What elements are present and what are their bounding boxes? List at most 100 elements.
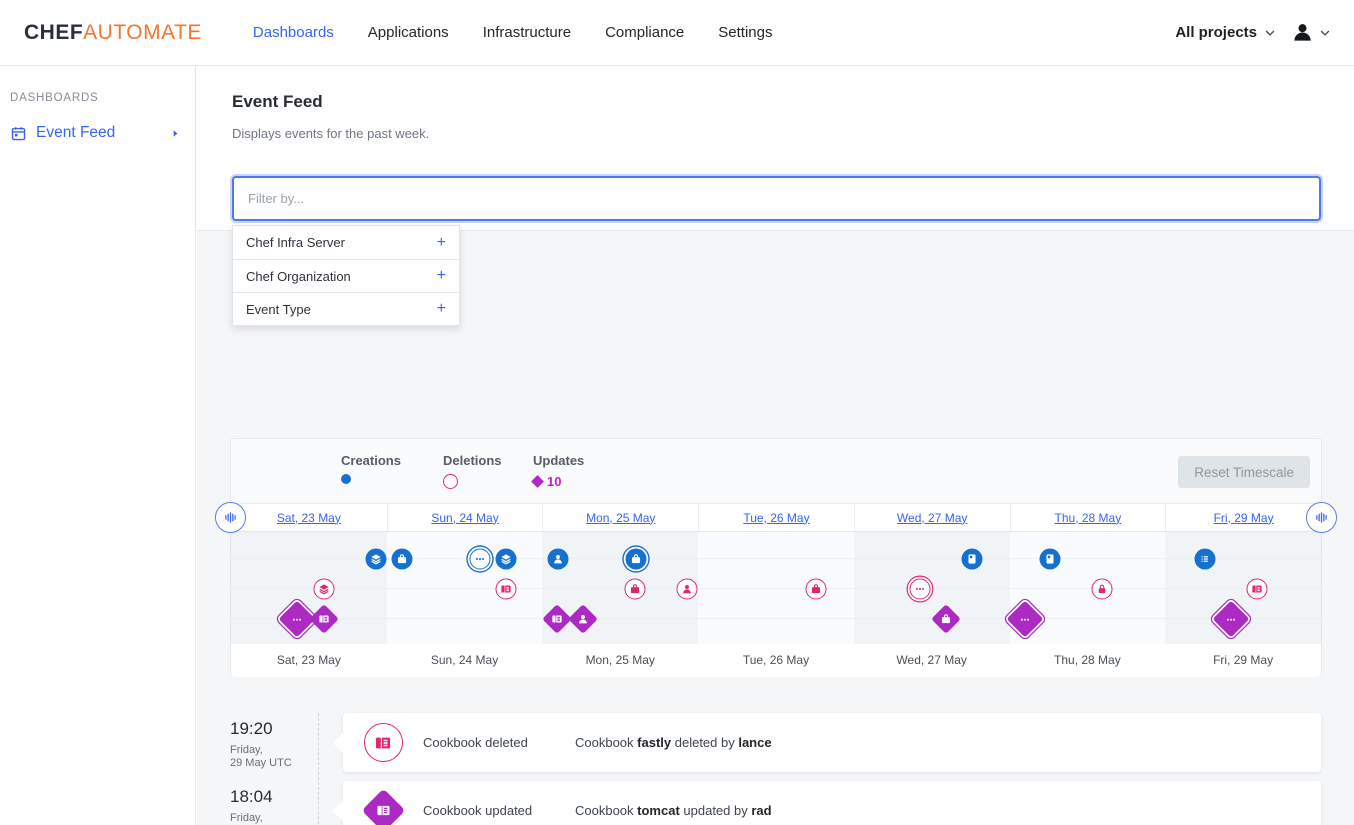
creation-marker-ellipsis[interactable] [469, 549, 490, 570]
filter-input[interactable] [232, 176, 1321, 221]
gridline [231, 618, 1321, 619]
timescale-handle-right[interactable] [1306, 502, 1337, 533]
legend-item-updates: Updates10 [533, 453, 584, 489]
nav-item-compliance[interactable]: Compliance [605, 24, 684, 41]
filter-option-event-type[interactable]: Event Type + [233, 292, 459, 325]
date-link-wed-27-may[interactable]: Wed, 27 May [897, 511, 967, 525]
filter-option-label: Chef Organization [246, 269, 351, 284]
event-entity-name: lance [738, 735, 771, 750]
legend-item-deletions: Deletions [443, 453, 502, 489]
axis-label-wed-27-may: Wed, 27 May [854, 644, 1010, 677]
cookbook-icon [373, 733, 393, 753]
creation-marker-client[interactable] [962, 549, 983, 570]
ellipsis-icon [291, 613, 304, 626]
sliders-icon [222, 509, 239, 526]
legend-count [443, 474, 502, 489]
client-icon [966, 553, 979, 566]
bag-icon [629, 583, 642, 596]
filter-option-label: Event Type [246, 302, 311, 317]
creation-marker-bag[interactable] [626, 549, 647, 570]
layers-icon [317, 583, 330, 596]
user-menu[interactable] [1291, 21, 1332, 44]
deletion-marker-cookbook[interactable] [1246, 579, 1267, 600]
timeline-grid [231, 532, 1321, 644]
creation-marker-bag[interactable] [392, 549, 413, 570]
creation-marker-layers[interactable] [365, 549, 386, 570]
sidebar-item-event-feed[interactable]: Event Feed [0, 118, 195, 148]
deletion-marker-bag[interactable] [806, 579, 827, 600]
reset-timescale-button[interactable]: Reset Timescale [1178, 456, 1310, 488]
date-link-mon-25-may[interactable]: Mon, 25 May [586, 511, 655, 525]
date-link-thu-28-may[interactable]: Thu, 28 May [1055, 511, 1122, 525]
filter-dropdown: Chef Infra Server+Chef Organization+Even… [232, 225, 460, 326]
event-time: 18:04 [230, 787, 314, 807]
date-header-cell: Wed, 27 May [854, 504, 1010, 531]
add-filter-button[interactable]: + [437, 268, 446, 284]
deletion-marker-person[interactable] [676, 579, 697, 600]
cookbook-icon [1250, 583, 1263, 596]
filter-option-chef-infra-server[interactable]: Chef Infra Server+ [233, 226, 459, 259]
axis-label-sun-24-may: Sun, 24 May [387, 644, 543, 677]
primary-nav: Dashboards Applications Infrastructure Comp… [236, 24, 790, 41]
projects-label: All projects [1175, 24, 1257, 41]
nav-item-infrastructure[interactable]: Infrastructure [483, 24, 571, 41]
creation-marker-layers[interactable] [495, 549, 516, 570]
date-link-sun-24-may[interactable]: Sun, 24 May [431, 511, 498, 525]
event-date: Friday,29 May UTC [230, 744, 314, 770]
nav-item-dashboards[interactable]: Dashboards [253, 24, 334, 41]
legend-count [341, 474, 401, 484]
event-entity-name: rad [751, 803, 771, 818]
deletion-marker-layers[interactable] [313, 579, 334, 600]
nav-right: All projects [1175, 21, 1354, 44]
circle-filled-icon [341, 474, 351, 484]
deletion-marker-lock[interactable] [1091, 579, 1112, 600]
sidebar-item-label: Event Feed [36, 124, 115, 142]
event-card: Cookbook updatedCookbook tomcat updated … [343, 781, 1321, 825]
date-header-cell: Fri, 29 May [1165, 504, 1321, 531]
logo-chef: CHEF [24, 21, 83, 44]
deletion-marker-bag[interactable] [625, 579, 646, 600]
event-feed-list: 19:20Friday,29 May UTCCookbook deletedCo… [230, 713, 1321, 825]
cookbook-icon [317, 613, 330, 626]
date-header-cell: Mon, 25 May [542, 504, 698, 531]
deletion-marker-ellipsis[interactable] [909, 579, 930, 600]
filter-option-chef-organization[interactable]: Chef Organization + [233, 259, 459, 292]
date-link-sat-23-may[interactable]: Sat, 23 May [277, 511, 341, 525]
event-type-label: Cookbook deleted [423, 735, 575, 750]
event-description-text: Cookbook [575, 735, 637, 750]
date-link-fri-29-may[interactable]: Fri, 29 May [1214, 511, 1274, 525]
creation-marker-list[interactable] [1195, 549, 1216, 570]
person-icon [552, 553, 565, 566]
chef-automate-logo: CHEFAUTOMATE [24, 21, 202, 45]
ellipsis-icon [913, 583, 926, 596]
axis-label-fri-29-may: Fri, 29 May [1165, 644, 1321, 677]
axis-label-mon-25-may: Mon, 25 May [542, 644, 698, 677]
event-timestamp: 18:04Friday,29 May UTC [230, 787, 314, 825]
nav-item-applications[interactable]: Applications [368, 24, 449, 41]
deletion-icon-badge [364, 723, 403, 762]
person-icon [577, 613, 590, 626]
cookbook-icon [499, 583, 512, 596]
layers-icon [369, 553, 382, 566]
event-icon-slot [361, 721, 405, 765]
event-row: 19:20Friday,29 May UTCCookbook deletedCo… [230, 713, 1321, 772]
event-date-utc: 29 May UTC [230, 757, 314, 770]
timescale-handle-left[interactable] [215, 502, 246, 533]
add-filter-button[interactable]: + [437, 301, 446, 317]
event-entity-name: tomcat [637, 803, 680, 818]
date-link-tue-26-may[interactable]: Tue, 26 May [743, 511, 809, 525]
person-icon [680, 583, 693, 596]
creation-marker-client[interactable] [1039, 549, 1060, 570]
projects-filter-dropdown[interactable]: All projects [1175, 24, 1277, 41]
nav-item-settings[interactable]: Settings [718, 24, 772, 41]
axis-label-tue-26-may: Tue, 26 May [698, 644, 854, 677]
add-filter-button[interactable]: + [437, 235, 446, 251]
ellipsis-icon [1018, 613, 1031, 626]
cookbook-icon [375, 802, 392, 819]
axis-label-sat-23-may: Sat, 23 May [231, 644, 387, 677]
legend-count-value: 10 [547, 474, 561, 489]
logo-automate: AUTOMATE [83, 21, 202, 44]
creation-marker-person[interactable] [548, 549, 569, 570]
event-description: Cookbook tomcat updated by rad [575, 803, 772, 818]
deletion-marker-cookbook[interactable] [495, 579, 516, 600]
